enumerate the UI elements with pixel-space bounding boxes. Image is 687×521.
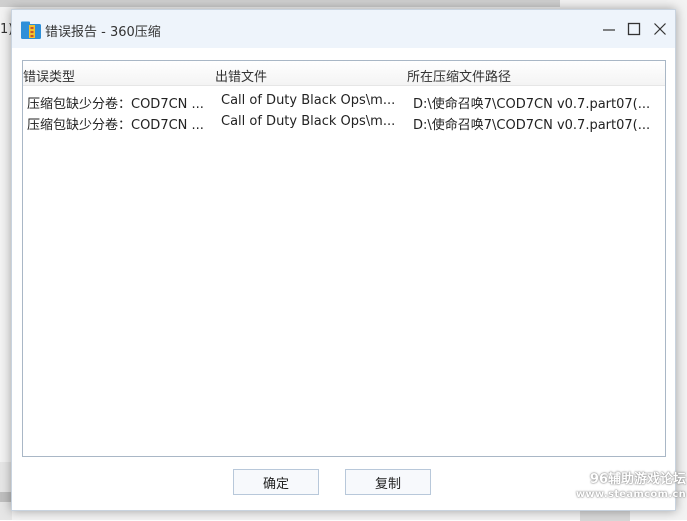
site-watermark: 96辅助游戏论坛 www.steamcom.cn (566, 472, 686, 508)
archive-app-icon (21, 21, 41, 39)
table-row[interactable]: 压缩包缺少分卷：COD7CN ... Call of Duty Black Op… (23, 111, 665, 133)
table-row[interactable]: 压缩包缺少分卷：COD7CN ... Call of Duty Black Op… (23, 90, 665, 112)
title-bar[interactable]: 错误报告 - 360压缩 (12, 10, 675, 48)
ok-button[interactable]: 确定 (233, 469, 319, 495)
column-header-error-file[interactable]: 出错文件 (215, 66, 267, 85)
cell-error-type: 压缩包缺少分卷：COD7CN ... (27, 97, 204, 112)
cell-error-type: 压缩包缺少分卷：COD7CN ... (27, 118, 204, 133)
watermark-line-2: www.steamcom.cn (575, 489, 686, 500)
error-report-dialog: 错误报告 - 360压缩 错误类型 出错文件 所在压缩文件路径 压缩包缺少分卷：… (11, 9, 676, 511)
background-window-edge (0, 0, 560, 7)
column-header-error-type[interactable]: 错误类型 (23, 66, 75, 85)
maximize-button[interactable] (622, 18, 646, 40)
cell-archive-path: D:\使命召唤7\COD7CN v0.7.part07(... (413, 97, 651, 112)
minimize-icon (603, 29, 615, 31)
column-header-archive-path[interactable]: 所在压缩文件路径 (407, 66, 511, 85)
close-button[interactable] (648, 18, 672, 40)
cell-archive-path: D:\使命召唤7\COD7CN v0.7.part07(... (413, 118, 651, 133)
minimize-button[interactable] (597, 18, 621, 40)
cell-error-file: Call of Duty Black Ops\m... (221, 114, 396, 129)
cell-error-file: Call of Duty Black Ops\m... (221, 93, 396, 108)
watermark-line-1: 96辅助游戏论坛 (589, 472, 686, 487)
close-icon (654, 23, 666, 35)
maximize-icon (627, 22, 641, 36)
list-header: 错误类型 出错文件 所在压缩文件路径 (23, 61, 665, 86)
error-list[interactable]: 错误类型 出错文件 所在压缩文件路径 压缩包缺少分卷：COD7CN ... Ca… (22, 60, 666, 457)
copy-button[interactable]: 复制 (345, 469, 431, 495)
dialog-title: 错误报告 - 360压缩 (45, 25, 161, 40)
